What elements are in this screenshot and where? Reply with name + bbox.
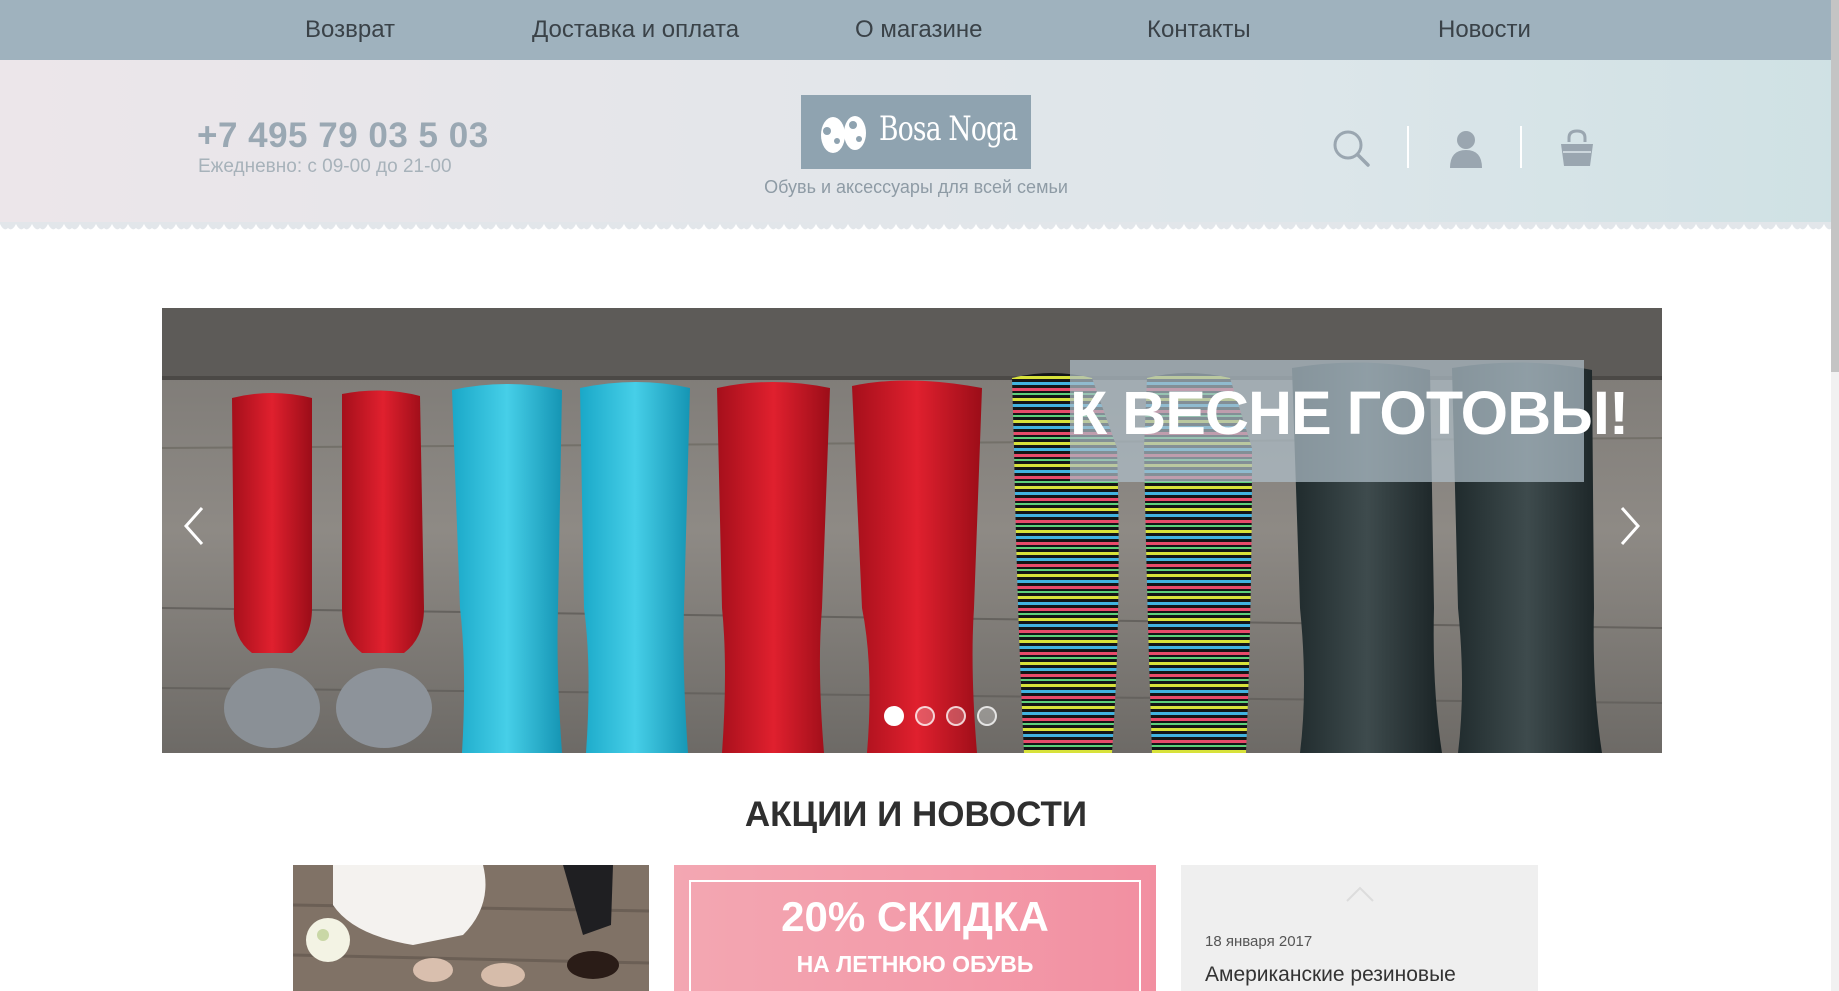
promo-discount-text: 20% СКИДКА — [781, 893, 1049, 940]
working-hours: Ежедневно: с 09-00 до 21-00 — [198, 156, 452, 177]
news-card-wedding[interactable] — [293, 865, 649, 991]
news-title-link[interactable]: Американские резиновые — [1205, 963, 1456, 987]
nav-link-about[interactable]: О магазине — [855, 0, 983, 60]
footprint-logo-icon — [821, 116, 866, 153]
site-tagline: Обувь и аксессуары для всей семьи — [764, 177, 1068, 197]
promo-card-summer-sale[interactable]: 20% СКИДКА НА ЛЕТНЮЮ ОБУВЬ — [674, 865, 1156, 991]
nav-link-return[interactable]: Возврат — [305, 0, 395, 60]
search-icon[interactable] — [1331, 128, 1371, 168]
top-nav: Возврат Доставка и оплата О магазине Кон… — [0, 0, 1839, 60]
site-logo[interactable]: Bosa Noga — [801, 95, 1031, 169]
phone-number[interactable]: +7 495 79 03 5 03 — [197, 116, 489, 156]
slide-caption-text: К ВЕСНЕ ГОТОВЫ! — [1070, 379, 1629, 447]
news-section-title: АКЦИИ И НОВОСТИ — [744, 795, 1088, 834]
page-scrollbar[interactable] — [1831, 0, 1839, 991]
user-icon[interactable] — [1446, 128, 1486, 168]
slider-dot[interactable] — [977, 706, 997, 726]
slider-dot[interactable] — [915, 706, 935, 726]
header-scallop-edge — [0, 222, 1839, 234]
scrollbar-thumb[interactable] — [1831, 0, 1839, 372]
slide-caption-banner[interactable]: К ВЕСНЕ ГОТОВЫ! — [1070, 360, 1629, 482]
nav-link-contacts[interactable]: Контакты — [1147, 0, 1251, 60]
news-date: 18 января 2017 — [1205, 933, 1313, 950]
header-divider — [1520, 126, 1522, 168]
hero-slider: К ВЕСНЕ ГОТОВЫ! — [162, 308, 1662, 753]
promo-subtitle: НА ЛЕТНЮЮ ОБУВЬ — [796, 951, 1034, 977]
cart-icon[interactable] — [1557, 128, 1597, 168]
logo-text: Bosa Noga — [879, 109, 1018, 149]
nav-link-delivery[interactable]: Доставка и оплата — [532, 0, 739, 60]
wedding-shoes-image — [293, 865, 649, 991]
header-divider — [1407, 126, 1409, 168]
chevron-up-icon[interactable] — [1345, 883, 1375, 903]
slider-dot[interactable] — [884, 706, 904, 726]
slider-next-arrow-icon[interactable] — [1610, 496, 1650, 556]
slider-prev-arrow-icon[interactable] — [174, 496, 214, 556]
slider-dot[interactable] — [946, 706, 966, 726]
news-card-item[interactable]: 18 января 2017 Американские резиновые — [1181, 865, 1538, 991]
nav-link-news[interactable]: Новости — [1438, 0, 1531, 60]
